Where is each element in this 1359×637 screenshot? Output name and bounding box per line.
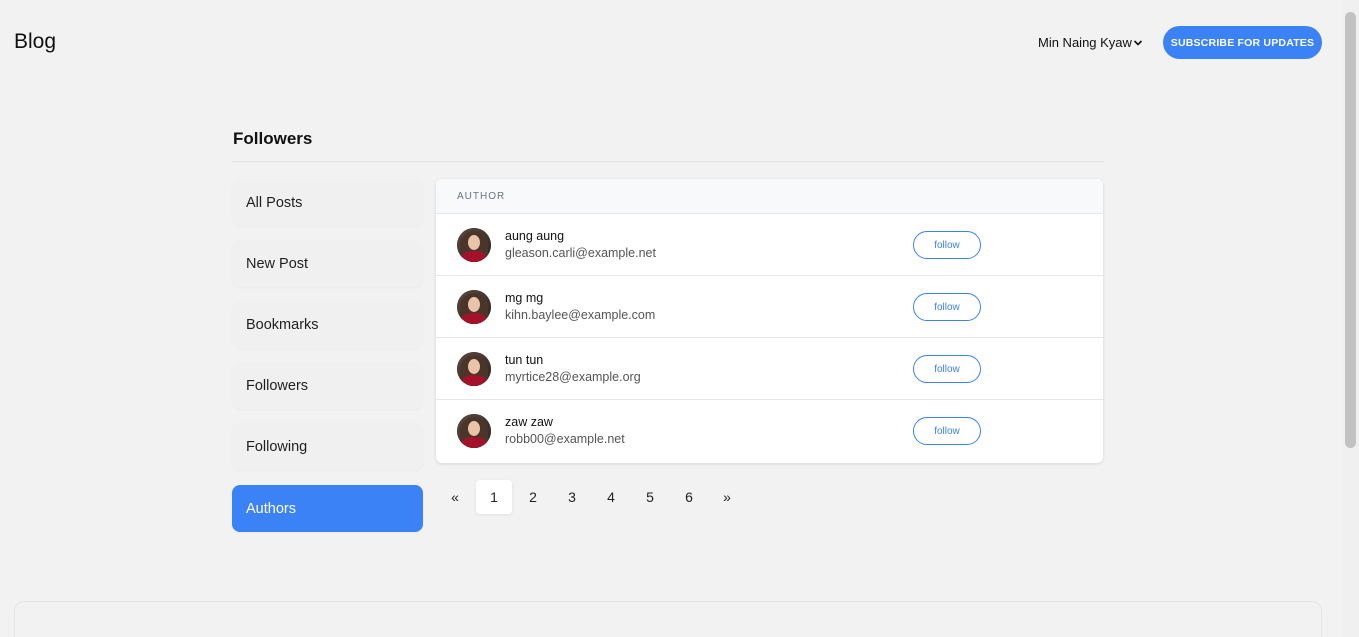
scrollbar[interactable] (1342, 0, 1359, 637)
avatar (457, 414, 491, 448)
pagination-prev[interactable]: « (437, 480, 473, 514)
table-row: aung aung gleason.carli@example.net foll… (436, 214, 1103, 276)
pagination-page-6[interactable]: 6 (671, 480, 707, 514)
author-name: mg mg (505, 291, 544, 305)
chevron-down-icon (1133, 39, 1143, 46)
author-email: robb00@example.net (505, 432, 625, 446)
table-row: tun tun myrtice28@example.org follow (436, 338, 1103, 400)
subscribe-button[interactable]: SUBSCRIBE FOR UPDATES (1163, 26, 1322, 59)
table-header: AUTHOR (436, 179, 1103, 214)
follow-button[interactable]: follow (913, 231, 981, 259)
sidebar-item-followers[interactable]: Followers (232, 362, 423, 409)
table-row: zaw zaw robb00@example.net follow (436, 400, 1103, 462)
author-email: kihn.baylee@example.com (505, 308, 656, 322)
author-name: zaw zaw (505, 415, 553, 429)
scrollbar-thumb[interactable] (1345, 12, 1356, 448)
pagination-page-5[interactable]: 5 (632, 480, 668, 514)
pagination-page-4[interactable]: 4 (593, 480, 629, 514)
author-name: tun tun (505, 353, 544, 367)
author-email: gleason.carli@example.net (505, 246, 656, 260)
avatar (457, 352, 491, 386)
pagination-next[interactable]: » (709, 480, 745, 514)
sidebar-item-following[interactable]: Following (232, 423, 423, 470)
divider (232, 161, 1104, 162)
footer-card (14, 601, 1322, 637)
brand-title[interactable]: Blog (14, 30, 56, 54)
sidebar-item-new-post[interactable]: New Post (232, 240, 423, 287)
pagination-page-3[interactable]: 3 (554, 480, 590, 514)
pagination-page-1[interactable]: 1 (476, 480, 512, 514)
pagination-page-2[interactable]: 2 (515, 480, 551, 514)
author-name: aung aung (505, 229, 565, 243)
avatar (457, 290, 491, 324)
sidebar-item-all-posts[interactable]: All Posts (232, 179, 423, 226)
sidebar-item-authors[interactable]: Authors (232, 485, 423, 532)
table-row: mg mg kihn.baylee@example.com follow (436, 276, 1103, 338)
follow-button[interactable]: follow (913, 355, 981, 383)
user-name: Min Naing Kyaw (1038, 35, 1132, 50)
page-title: Followers (233, 129, 313, 148)
avatar (457, 228, 491, 262)
authors-table: AUTHOR aung aung gleason.carli@example.n… (436, 179, 1103, 463)
author-email: myrtice28@example.org (505, 370, 641, 384)
sidebar-item-bookmarks[interactable]: Bookmarks (232, 301, 423, 348)
user-menu[interactable]: Min Naing Kyaw (1038, 35, 1143, 50)
follow-button[interactable]: follow (913, 293, 981, 321)
follow-button[interactable]: follow (913, 417, 981, 445)
